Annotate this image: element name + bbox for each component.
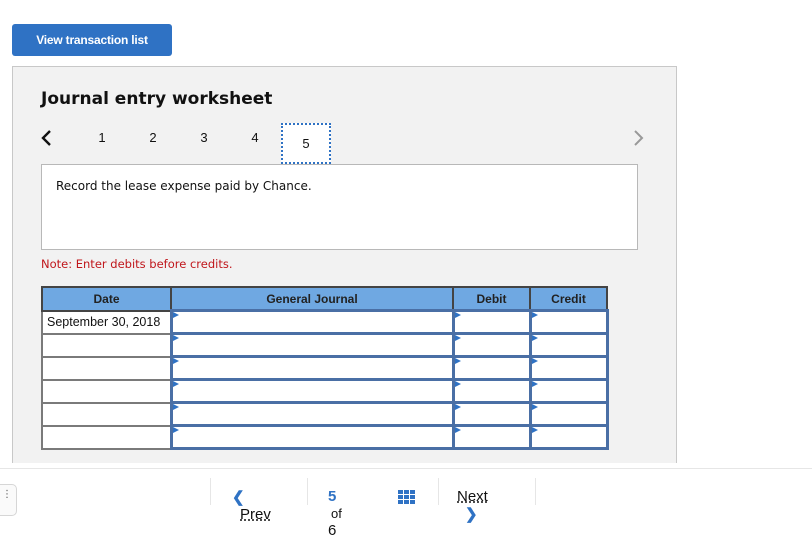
journal-table: Date General Journal Debit Credit Septem… — [41, 286, 609, 450]
date-cell: September 30, 2018 — [41, 309, 172, 335]
grid-menu-icon[interactable] — [398, 490, 415, 504]
journal-worksheet-panel: Journal entry worksheet 1 2 3 4 5 Record… — [12, 66, 677, 463]
page-indicator: 5 of 6 — [328, 488, 345, 539]
chevron-right-icon: ❯ — [465, 506, 478, 523]
prompt-text: Record the lease expense paid by Chance. — [56, 179, 312, 193]
account-input[interactable] — [169, 355, 455, 381]
table-row — [41, 332, 609, 358]
debit-input[interactable] — [451, 355, 532, 381]
account-input[interactable] — [169, 378, 455, 404]
credit-input[interactable] — [528, 424, 609, 450]
credit-input[interactable] — [528, 355, 609, 381]
debit-input[interactable] — [451, 401, 532, 427]
table-row: September 30, 2018 — [41, 309, 609, 335]
date-cell — [41, 401, 172, 427]
debit-input[interactable] — [451, 378, 532, 404]
table-row — [41, 378, 609, 404]
table-row — [41, 401, 609, 427]
debit-input[interactable] — [451, 309, 532, 335]
prev-label: Prev — [240, 506, 271, 523]
account-input[interactable] — [169, 401, 455, 427]
date-cell — [41, 424, 172, 450]
footer-divider — [0, 468, 812, 469]
side-handle[interactable] — [0, 484, 17, 516]
debit-input[interactable] — [451, 332, 532, 358]
date-cell — [41, 332, 172, 358]
date-cell — [41, 378, 172, 404]
credit-input[interactable] — [528, 332, 609, 358]
account-input[interactable] — [169, 309, 455, 335]
footer-separator — [535, 478, 536, 505]
prev-step-icon[interactable] — [41, 129, 53, 151]
header-debit: Debit — [452, 286, 531, 312]
footer-separator — [438, 478, 439, 505]
total-pages: 6 — [328, 522, 337, 539]
prompt-box: Record the lease expense paid by Chance. — [41, 164, 638, 250]
step-3[interactable]: 3 — [189, 130, 219, 145]
chevron-left-icon: ❮ — [232, 489, 245, 506]
step-pager: 1 2 3 4 5 — [13, 123, 676, 167]
current-page: 5 — [328, 488, 337, 505]
step-5-active[interactable]: 5 — [281, 123, 331, 164]
account-input[interactable] — [169, 332, 455, 358]
header-general-journal: General Journal — [170, 286, 454, 312]
view-transaction-list-button[interactable]: View transaction list — [12, 24, 172, 56]
table-row — [41, 424, 609, 450]
credit-input[interactable] — [528, 378, 609, 404]
note-text: Note: Enter debits before credits. — [41, 257, 233, 271]
step-4[interactable]: 4 — [240, 130, 270, 145]
account-input[interactable] — [169, 424, 455, 450]
credit-input[interactable] — [528, 309, 609, 335]
table-row — [41, 355, 609, 381]
header-credit: Credit — [529, 286, 608, 312]
header-date: Date — [41, 286, 172, 312]
date-cell — [41, 355, 172, 381]
prev-button[interactable]: ❮ Prev — [232, 488, 271, 523]
next-step-icon[interactable] — [632, 129, 644, 151]
footer-separator — [210, 478, 211, 505]
next-label: Next — [457, 488, 488, 505]
debit-input[interactable] — [451, 424, 532, 450]
credit-input[interactable] — [528, 401, 609, 427]
step-2[interactable]: 2 — [138, 130, 168, 145]
next-button[interactable]: Next ❯ — [457, 488, 488, 523]
worksheet-title: Journal entry worksheet — [41, 89, 273, 109]
footer-separator — [307, 478, 308, 505]
of-label: of — [331, 506, 342, 521]
step-1[interactable]: 1 — [87, 130, 117, 145]
